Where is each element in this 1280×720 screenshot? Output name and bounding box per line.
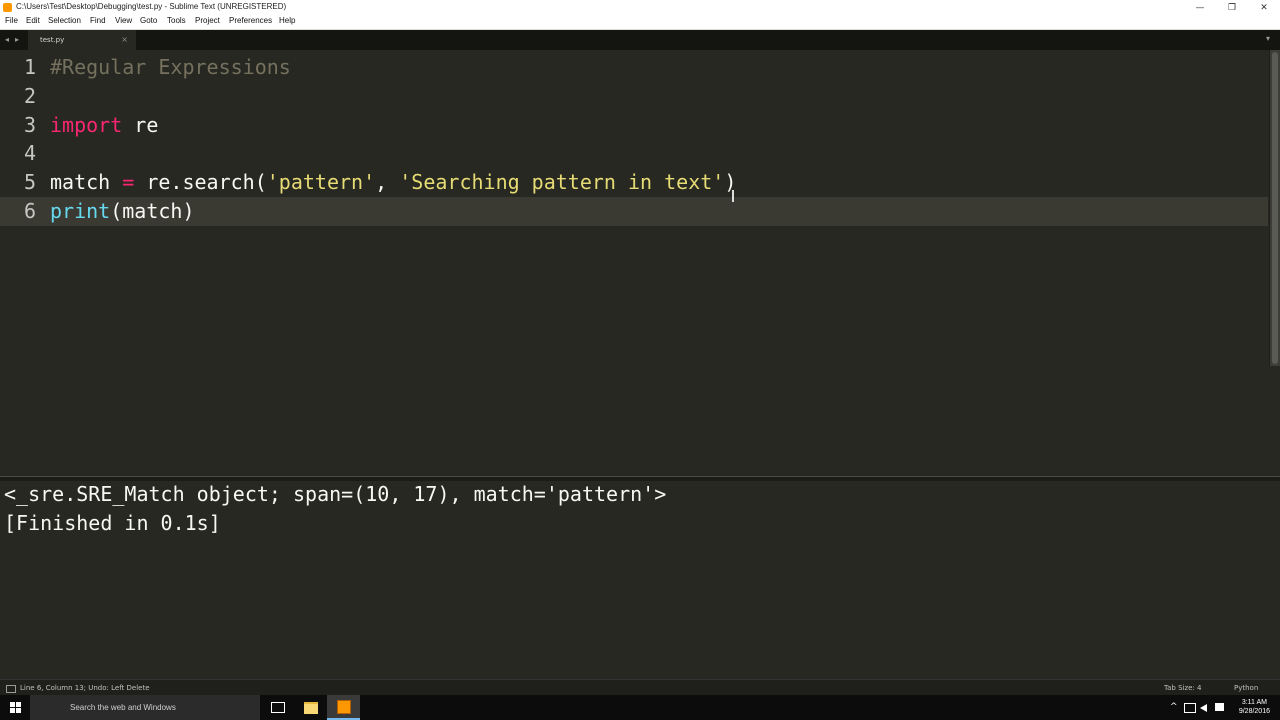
code-text: import re — [50, 111, 158, 140]
menu-tools[interactable]: Tools — [167, 16, 186, 25]
tab-forward-icon[interactable]: ▸ — [15, 35, 19, 44]
output-line: <_sre.SRE_Match object; span=(10, 17), m… — [4, 482, 667, 506]
code-line: 5 match = re.search('pattern', 'Searchin… — [0, 168, 1268, 197]
task-view-button[interactable] — [261, 695, 294, 720]
clock-date: 9/28/2016 — [1238, 708, 1270, 715]
mouse-ibeam-icon — [732, 190, 734, 202]
code-line: 3 import re — [0, 111, 1268, 140]
windows-taskbar: Search the web and Windows ^ 3:11 AM 9/2… — [0, 695, 1280, 720]
action-center-icon[interactable] — [1215, 703, 1224, 711]
editor-scrollbar[interactable] — [1269, 50, 1280, 366]
code-comma: , — [375, 170, 400, 194]
menu-bar: File Edit Selection Find View Goto Tools… — [0, 15, 1280, 30]
code-text: match = re.search('pattern', 'Searching … — [50, 168, 736, 197]
tab-test-py[interactable]: test.py × — [28, 30, 136, 50]
build-output-panel: <_sre.SRE_Match object; span=(10, 17), m… — [0, 481, 1280, 679]
code-operator: = — [110, 170, 147, 194]
code-keyword: import — [50, 113, 123, 137]
menu-find[interactable]: Find — [90, 16, 106, 25]
tab-label: test.py — [40, 36, 65, 44]
windows-logo-icon — [9, 702, 21, 713]
code-paren: ) — [724, 170, 737, 194]
sublime-text-icon — [336, 699, 351, 714]
menu-goto[interactable]: Goto — [140, 16, 157, 25]
code-line: 4 — [0, 139, 1268, 168]
close-button[interactable]: ✕ — [1248, 0, 1280, 15]
tab-size-indicator[interactable]: Tab Size: 4 — [1164, 684, 1201, 692]
code-editor[interactable]: 1 #Regular Expressions 2 3 import re 4 5… — [0, 50, 1280, 476]
menu-edit[interactable]: Edit — [26, 16, 40, 25]
line-number: 5 — [23, 170, 36, 194]
line-number: 4 — [23, 141, 36, 165]
menu-preferences[interactable]: Preferences — [229, 16, 272, 25]
code-variable: match — [50, 170, 111, 194]
maximize-button[interactable]: ❐ — [1216, 0, 1248, 15]
code-line-active: 6 print(match) — [0, 197, 1268, 226]
tab-close-icon[interactable]: × — [121, 35, 128, 44]
clock-time: 3:11 AM — [1241, 699, 1267, 706]
menu-view[interactable]: View — [115, 16, 132, 25]
taskbar-search[interactable]: Search the web and Windows — [30, 695, 260, 720]
code-plain: (match) — [110, 199, 195, 223]
volume-icon[interactable] — [1200, 704, 1207, 712]
status-bar: Line 6, Column 13; Undo: Left Delete Tab… — [0, 679, 1280, 696]
title-bar: C:\Users\Test\Desktop\Debugging\test.py … — [0, 0, 1280, 15]
line-number: 3 — [23, 113, 36, 137]
start-button[interactable] — [0, 695, 30, 720]
sublime-taskbar-button[interactable] — [327, 695, 360, 720]
tab-back-icon[interactable]: ◂ — [5, 35, 9, 44]
taskbar-clock[interactable]: 3:11 AM 9/28/2016 — [1239, 698, 1270, 716]
sublime-app-icon — [3, 3, 12, 12]
panel-switcher-icon[interactable] — [6, 685, 16, 693]
tab-bar: ◂ ▸ test.py × ▾ — [0, 30, 1280, 50]
menu-help[interactable]: Help — [279, 16, 295, 25]
menu-selection[interactable]: Selection — [48, 16, 81, 25]
task-view-icon — [270, 702, 285, 713]
tray-chevron-icon[interactable]: ^ — [1170, 702, 1178, 712]
file-explorer-button[interactable] — [294, 695, 327, 720]
code-builtin: print — [50, 199, 111, 223]
window-title: C:\Users\Test\Desktop\Debugging\test.py … — [16, 2, 287, 11]
code-plain: re — [122, 113, 159, 137]
code-text: #Regular Expressions — [50, 53, 291, 82]
syntax-indicator[interactable]: Python — [1234, 684, 1258, 692]
code-text: print(match) — [50, 197, 195, 226]
cursor-position: Line 6, Column 13; Undo: Left Delete — [20, 684, 150, 692]
window-controls: — ❐ ✕ — [1184, 0, 1280, 15]
code-line: 2 — [0, 82, 1268, 111]
menu-file[interactable]: File — [5, 16, 18, 25]
code-call: re.search( — [146, 170, 267, 194]
line-number: 2 — [23, 84, 36, 108]
code-string: 'Searching pattern in text' — [399, 170, 725, 194]
code-comment: #Regular Expressions — [50, 55, 291, 79]
output-line: [Finished in 0.1s] — [4, 511, 221, 535]
system-tray: ^ 3:11 AM 9/28/2016 — [1160, 695, 1280, 720]
code-string: 'pattern' — [266, 170, 376, 194]
search-placeholder: Search the web and Windows — [70, 703, 176, 712]
minimize-button[interactable]: — — [1184, 0, 1216, 15]
code-line: 1 #Regular Expressions — [0, 53, 1268, 82]
tab-dropdown-icon[interactable]: ▾ — [1266, 34, 1270, 43]
scrollbar-thumb[interactable] — [1272, 52, 1278, 364]
line-number: 6 — [23, 199, 36, 223]
folder-icon — [303, 701, 318, 714]
menu-project[interactable]: Project — [195, 16, 220, 25]
network-icon[interactable] — [1184, 703, 1196, 713]
line-number: 1 — [23, 55, 36, 79]
